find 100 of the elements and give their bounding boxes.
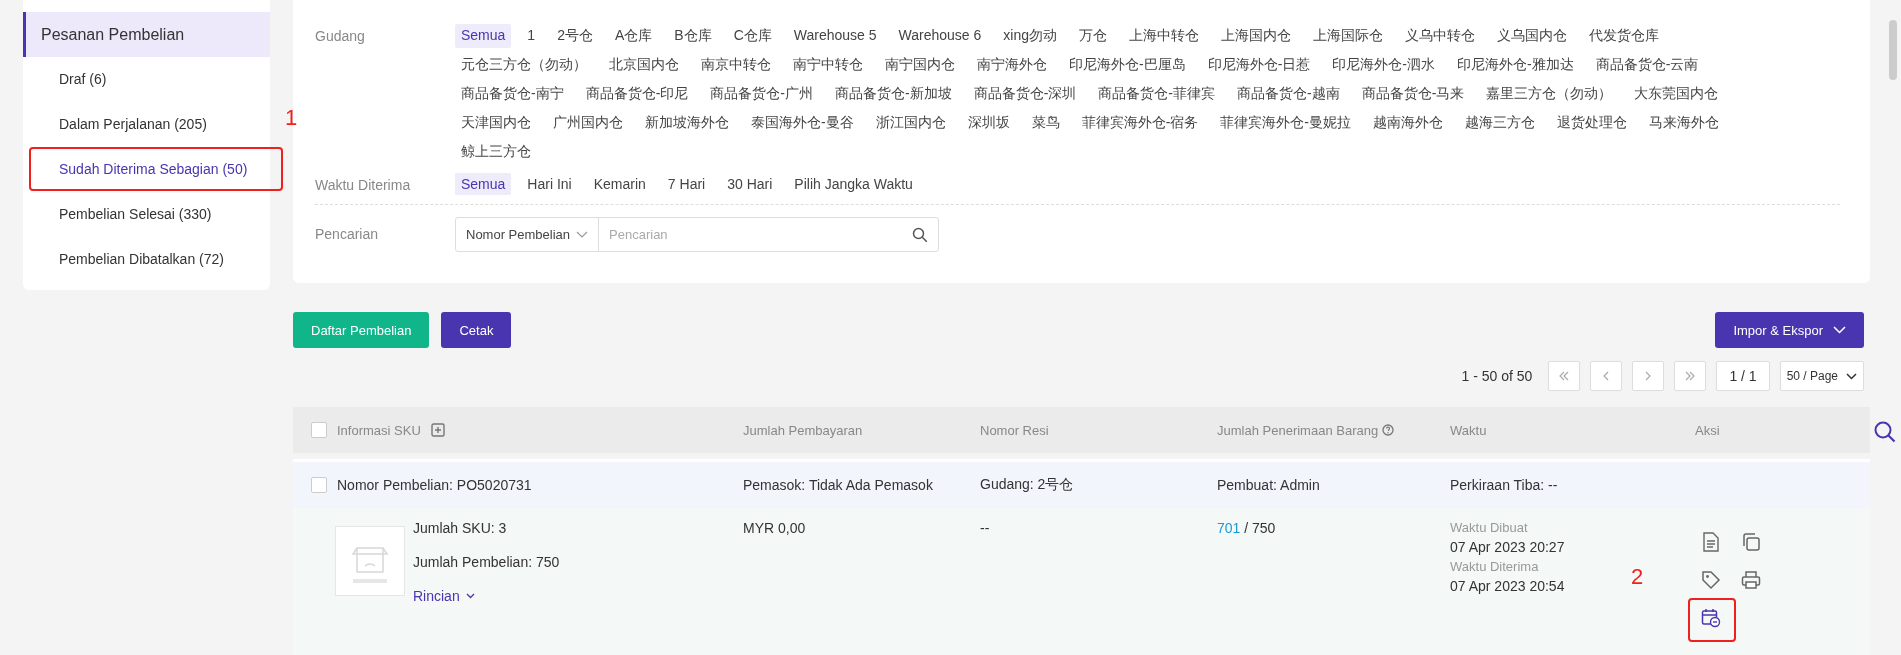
filter-option[interactable]: 南宁海外仓: [971, 53, 1053, 77]
filter-option[interactable]: Warehouse 5: [787, 24, 883, 48]
payment-amount: MYR 0,00: [743, 520, 806, 536]
filter-option[interactable]: Kemarin: [587, 173, 652, 195]
tracking-number: --: [980, 520, 990, 536]
filter-option[interactable]: 2号仓: [551, 24, 599, 48]
filter-option[interactable]: 新加坡海外仓: [639, 111, 735, 135]
scrollbar[interactable]: [1889, 20, 1897, 80]
time-label: Waktu Dibuat: [1450, 520, 1528, 535]
column-header: Jumlah Pembayaran: [743, 422, 863, 438]
filter-option[interactable]: 商品备货仓-深圳: [967, 82, 1083, 106]
filter-option[interactable]: 上海中转仓: [1122, 24, 1205, 48]
search-bar[interactable]: Nomor Pembelian Pencarian: [455, 217, 939, 252]
filter-option[interactable]: C仓库: [727, 24, 778, 48]
column-header: Aksi: [1695, 422, 1720, 438]
search-icon[interactable]: [912, 226, 928, 243]
filter-option[interactable]: 1: [521, 24, 542, 48]
filter-option[interactable]: 南京中转仓: [695, 53, 777, 77]
sidebar-item[interactable]: Dalam Perjalanan (205): [23, 102, 270, 147]
supplier-text: Pemasok: Tidak Ada Pemasok: [743, 477, 933, 493]
sidebar-heading[interactable]: Pesanan Pembelian: [23, 12, 270, 57]
filter-option[interactable]: 菲律宾海外仓-宿务: [1075, 111, 1205, 135]
filter-option[interactable]: 南宁中转仓: [787, 53, 869, 77]
filter-option[interactable]: 菜鸟: [1025, 111, 1066, 135]
filter-option[interactable]: xing勿动: [997, 24, 1063, 48]
printer-icon[interactable]: [1741, 570, 1761, 590]
sidebar-item[interactable]: Pembelian Selesai (330): [23, 192, 270, 237]
filter-option[interactable]: 代发货仓库: [1582, 24, 1665, 48]
filter-option[interactable]: 越海三方仓: [1459, 111, 1541, 135]
filter-option[interactable]: 上海国内仓: [1214, 24, 1297, 48]
filter-option[interactable]: A仓库: [608, 24, 659, 48]
row-checkbox[interactable]: [311, 477, 327, 493]
tag-icon[interactable]: [1701, 570, 1721, 590]
filter-option[interactable]: 深圳坂: [961, 111, 1016, 135]
filter-option[interactable]: 马来海外仓: [1643, 111, 1725, 135]
filter-option[interactable]: 南宁国内仓: [879, 53, 961, 77]
filter-option[interactable]: 商品备货仓-印尼: [579, 82, 695, 106]
sidebar-item[interactable]: Pembelian Dibatalkan (72): [23, 237, 270, 282]
filter-option[interactable]: 天津国内仓: [455, 111, 537, 135]
filter-option[interactable]: 广州国内仓: [547, 111, 629, 135]
filter-option[interactable]: 印尼海外仓-日惹: [1201, 53, 1317, 77]
filter-option[interactable]: 商品备货仓-马来: [1355, 82, 1471, 106]
search-field[interactable]: Pencarian: [599, 227, 912, 242]
calendar-clock-icon[interactable]: [1701, 608, 1721, 628]
filter-option[interactable]: 上海国际仓: [1306, 24, 1389, 48]
filter-option[interactable]: 印尼海外仓-泗水: [1326, 53, 1441, 77]
toolbar-button[interactable]: Cetak: [441, 312, 512, 348]
sidebar-item[interactable]: Draf (6): [23, 57, 270, 102]
filter-option[interactable]: Hari Ini: [521, 173, 578, 195]
filter-option[interactable]: 泰国海外仓-曼谷: [745, 111, 860, 135]
filter-option[interactable]: 商品备货仓-广州: [704, 82, 819, 106]
filter-option[interactable]: 商品备货仓-南宁: [455, 82, 570, 106]
filter-option[interactable]: 商品备货仓-云南: [1589, 53, 1705, 77]
search-type-dropdown[interactable]: Nomor Pembelian: [456, 218, 600, 251]
time-label: Waktu Diterima: [1450, 559, 1539, 574]
filter-option[interactable]: 商品备货仓-越南: [1231, 82, 1346, 106]
purchase-quantity: Jumlah Pembelian: 750: [413, 554, 560, 570]
filter-option[interactable]: 印尼海外仓-巴厘岛: [1063, 53, 1192, 77]
filter-option[interactable]: 商品备货仓-菲律宾: [1092, 82, 1222, 106]
column-header: Nomor Resi: [980, 422, 1049, 438]
select-all-checkbox[interactable]: [311, 422, 327, 438]
filter-option[interactable]: Pilih Jangka Waktu: [788, 173, 919, 195]
filter-label: Pencarian: [315, 225, 380, 242]
filter-option[interactable]: 印尼海外仓-雅加达: [1451, 53, 1580, 77]
filter-option[interactable]: 商品备货仓-新加坡: [829, 82, 958, 106]
double-chevron-left-icon: [1558, 371, 1571, 381]
filter-option[interactable]: 大东莞国内仓: [1628, 82, 1725, 106]
filter-option[interactable]: 30 Hari: [721, 173, 779, 195]
filter-option[interactable]: B仓库: [668, 24, 718, 48]
filter-option[interactable]: 退货处理仓: [1551, 111, 1633, 135]
filter-option[interactable]: 浙江国内仓: [869, 111, 952, 135]
help-icon[interactable]: [1382, 424, 1395, 436]
details-link[interactable]: Rincian: [413, 588, 560, 604]
creator-text: Pembuat: Admin: [1217, 477, 1320, 493]
filter-option[interactable]: Semua: [455, 24, 512, 48]
filter-option[interactable]: Semua: [455, 173, 512, 195]
copy-icon[interactable]: [1741, 532, 1761, 552]
filter-option[interactable]: 义乌中转仓: [1398, 24, 1481, 48]
search-icon[interactable]: [1874, 421, 1896, 443]
filter-option[interactable]: 鲸上三方仓: [455, 140, 537, 164]
import-export-button[interactable]: Impor & Ekspor: [1715, 312, 1864, 348]
page-size-dropdown[interactable]: 50 / Page: [1779, 361, 1864, 391]
chevron-down-icon: [576, 230, 589, 239]
expand-icon[interactable]: [430, 423, 445, 437]
filter-option[interactable]: 义乌国内仓: [1490, 24, 1573, 48]
filter-option[interactable]: Warehouse 6: [892, 24, 988, 48]
chevron-right-icon: [1644, 371, 1653, 381]
sidebar-item[interactable]: Sudah Diterima Sebagian (50): [23, 147, 270, 192]
page-number-field[interactable]: 1 / 1: [1716, 361, 1770, 391]
filter-option[interactable]: 北京国内仓: [603, 53, 685, 77]
total-quantity: / 750: [1244, 520, 1276, 536]
filter-option[interactable]: 元仓三方仓（勿动）: [455, 53, 593, 77]
chevron-down-icon: [465, 593, 475, 599]
filter-option[interactable]: 越南海外仓: [1367, 111, 1449, 135]
document-icon[interactable]: [1702, 532, 1720, 552]
filter-option[interactable]: 菲律宾海外仓-曼妮拉: [1214, 111, 1357, 135]
filter-option[interactable]: 万仓: [1072, 24, 1113, 48]
filter-option[interactable]: 7 Hari: [661, 173, 712, 195]
filter-option[interactable]: 嘉里三方仓（勿动）: [1480, 82, 1619, 106]
page-range: 1 - 50 of 50: [1461, 368, 1533, 384]
